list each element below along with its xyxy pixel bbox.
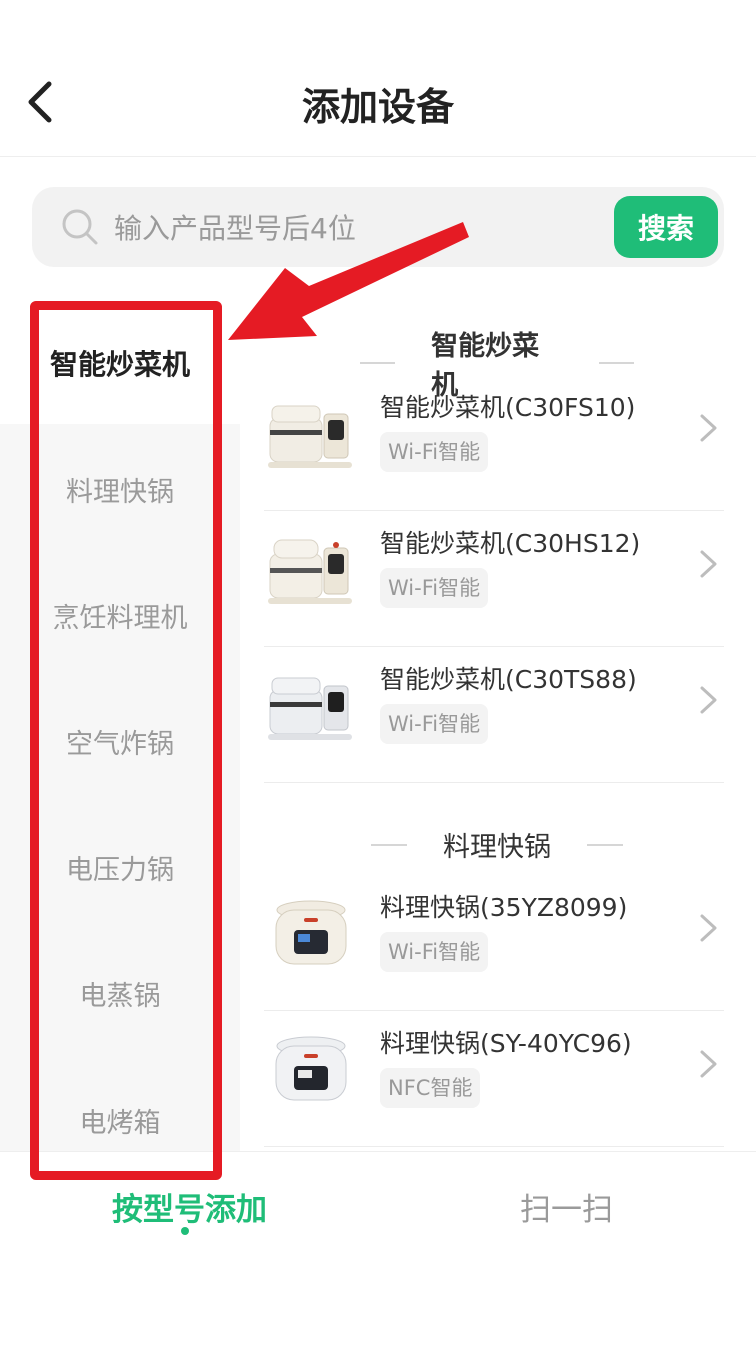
divider — [371, 843, 407, 846]
search-icon — [62, 209, 98, 245]
chevron-right-icon — [700, 686, 717, 714]
product-badge: Wi-Fi智能 — [380, 568, 489, 608]
page-title: 添加设备 — [301, 85, 454, 129]
stir-fry-machine-image — [268, 539, 352, 604]
divider — [360, 362, 396, 364]
chevron-right-icon — [700, 550, 717, 578]
stir-fry-machine-image — [268, 405, 352, 468]
active-tab-indicator — [181, 1227, 189, 1235]
chevron-right-icon — [700, 914, 717, 942]
product-item[interactable]: 智能炒菜机(C30TS88) Wi-Fi智能 — [264, 646, 724, 783]
section-title: 料理快锅 — [443, 832, 551, 863]
highlight-box — [30, 301, 222, 1180]
product-badge: NFC智能 — [380, 1068, 481, 1108]
tab-add-by-model[interactable]: 按型号添加 — [112, 1184, 267, 1229]
header: 添加设备 — [0, 0, 756, 157]
product-name: 料理快锅(SY-40YC96) — [380, 1029, 632, 1058]
product-item[interactable]: 料理快锅(35YZ8099) Wi-Fi智能 — [264, 874, 724, 1011]
bottom-tab-bar: 按型号添加 扫一扫 — [0, 1151, 756, 1346]
product-item[interactable]: 智能炒菜机(C30FS10) Wi-Fi智能 — [264, 374, 724, 511]
stir-fry-machine-image — [268, 677, 352, 740]
product-name: 料理快锅(35YZ8099) — [380, 893, 628, 922]
product-name: 智能炒菜机(C30FS10) — [380, 393, 636, 422]
chevron-right-icon — [700, 414, 717, 442]
product-item[interactable]: 料理快锅(SY-40YC96) NFC智能 — [264, 1010, 724, 1147]
search-button[interactable]: 搜索 — [614, 196, 718, 258]
quick-cooker-image — [275, 1036, 347, 1101]
divider — [587, 843, 623, 846]
quick-cooker-image — [275, 900, 347, 965]
product-badge: Wi-Fi智能 — [380, 932, 489, 972]
divider — [598, 362, 634, 364]
product-badge: Wi-Fi智能 — [380, 432, 489, 472]
section-header: 料理快锅 — [360, 825, 634, 864]
product-item[interactable]: 智能炒菜机(C30HS12) Wi-Fi智能 — [264, 510, 724, 647]
product-name: 智能炒菜机(C30HS12) — [380, 529, 641, 558]
chevron-right-icon — [700, 1050, 717, 1078]
product-badge: Wi-Fi智能 — [380, 704, 489, 744]
product-name: 智能炒菜机(C30TS88) — [380, 665, 637, 694]
tab-scan[interactable]: 扫一扫 — [520, 1184, 613, 1229]
search-input[interactable] — [112, 197, 616, 259]
